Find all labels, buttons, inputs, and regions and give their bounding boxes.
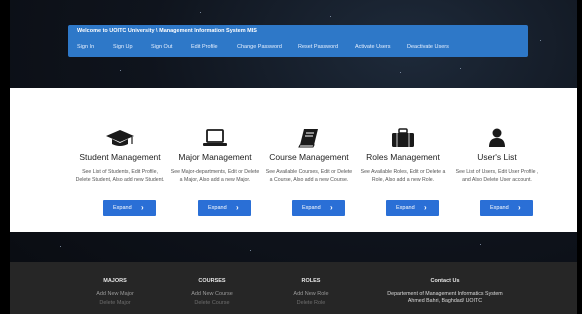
footer-heading: Contact Us (430, 278, 460, 284)
nav-sign-up[interactable]: Sign Up (113, 44, 133, 50)
chevron-right-icon: › (236, 203, 239, 212)
footer-link-delete-major[interactable]: Delete Major (90, 300, 140, 306)
expand-button[interactable]: Expand › (386, 200, 439, 216)
welcome-title: Welcome to UOITC University \ Management… (77, 28, 257, 34)
card-title: Major Management (178, 152, 252, 162)
user-icon (450, 128, 544, 152)
laptop-icon (168, 128, 262, 152)
card-major-management: Major Management See Major-departments, … (168, 88, 262, 232)
expand-button[interactable]: Expand › (480, 200, 533, 216)
card-description: See Major-departments, Edit or Delete a … (170, 169, 260, 183)
footer-roles: ROLES Add New Role Delete Role (288, 278, 334, 306)
footer-heading: COURSES (198, 278, 226, 284)
card-title: Course Management (269, 152, 349, 162)
nav-activate-users[interactable]: Activate Users (355, 44, 390, 50)
card-roles-management: Roles Management See Available Roles, Ed… (356, 88, 450, 232)
graduation-cap-icon (73, 128, 167, 152)
footer-link-add-course[interactable]: Add New Course (186, 291, 238, 297)
card-title: User's List (477, 152, 517, 162)
expand-button-label: Expand (302, 205, 321, 211)
contact-department: Departement of Management Informatics Sy… (387, 291, 503, 297)
footer-majors: MAJORS Add New Major Delete Major (90, 278, 140, 306)
chevron-right-icon: › (424, 203, 427, 212)
nav-sign-out[interactable]: Sign Out (151, 44, 172, 50)
window-frame-right (577, 0, 582, 314)
card-description: See List of Users, Edit User Profile , a… (455, 169, 539, 183)
footer-heading: ROLES (301, 278, 321, 284)
briefcase-icon (356, 128, 450, 152)
footer-link-delete-role[interactable]: Delete Role (288, 300, 334, 306)
nav-reset-password[interactable]: Reset Password (298, 44, 338, 50)
expand-button[interactable]: Expand › (103, 200, 156, 216)
footer-courses: COURSES Add New Course Delete Course (186, 278, 238, 306)
expand-button-label: Expand (113, 205, 132, 211)
nav-change-password[interactable]: Change Password (237, 44, 282, 50)
contact-address: Ahmed Bahri, Baghdad/ UOITC (407, 298, 483, 304)
expand-button-label: Expand (396, 205, 415, 211)
card-description: See Available Roles, Edit or Delete a Ro… (360, 169, 446, 183)
chevron-right-icon: › (330, 203, 333, 212)
footer-link-add-major[interactable]: Add New Major (90, 291, 140, 297)
nav-edit-profile[interactable]: Edit Profile (191, 44, 218, 50)
footer-link-delete-course[interactable]: Delete Course (186, 300, 238, 306)
card-users-list: User's List See List of Users, Edit User… (450, 88, 544, 232)
expand-button-label: Expand (490, 205, 509, 211)
card-description: See Available Courses, Edit or Delete a … (265, 169, 353, 183)
card-course-management: Course Management See Available Courses,… (262, 88, 356, 232)
card-student-management: Student Management See List of Students,… (73, 88, 167, 232)
footer: MAJORS Add New Major Delete Major COURSE… (10, 262, 577, 314)
card-title: Student Management (79, 152, 161, 162)
header-bar: Welcome to UOITC University \ Management… (68, 25, 528, 57)
card-description: See List of Students, Edit Profile, Dele… (75, 169, 165, 183)
chevron-right-icon: › (518, 203, 521, 212)
expand-button[interactable]: Expand › (198, 200, 251, 216)
expand-button[interactable]: Expand › (292, 200, 345, 216)
footer-link-add-role[interactable]: Add New Role (288, 291, 334, 297)
footer-contact: Contact Us Departement of Management Inf… (382, 278, 508, 304)
book-icon (262, 128, 356, 152)
footer-heading: MAJORS (103, 278, 127, 284)
nav-sign-in[interactable]: Sign In (77, 44, 94, 50)
window-frame-left (0, 0, 10, 314)
card-title: Roles Management (366, 152, 440, 162)
chevron-right-icon: › (141, 203, 144, 212)
nav-deactivate-users[interactable]: Deactivate Users (407, 44, 449, 50)
expand-button-label: Expand (208, 205, 227, 211)
main-panel: Student Management See List of Students,… (10, 88, 577, 232)
